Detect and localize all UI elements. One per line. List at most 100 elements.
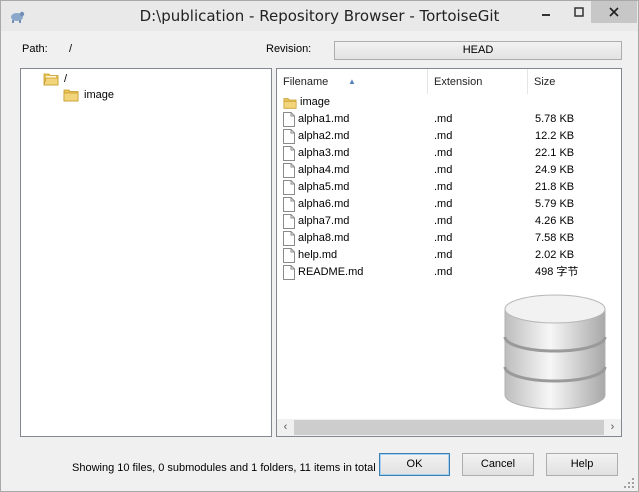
extension-cell: .md bbox=[434, 266, 453, 278]
table-row[interactable]: alpha5.md .md 21.8 KB bbox=[277, 179, 621, 196]
filename-text: help.md bbox=[298, 249, 338, 261]
minimize-button[interactable] bbox=[531, 1, 561, 23]
filename-text: alpha6.md bbox=[298, 198, 350, 210]
ok-button[interactable]: OK bbox=[379, 453, 450, 476]
filename-text: alpha2.md bbox=[298, 130, 350, 142]
table-row[interactable]: alpha6.md .md 5.79 KB bbox=[277, 196, 621, 213]
extension-cell: .md bbox=[434, 198, 453, 210]
extension-cell: .md bbox=[434, 164, 453, 176]
column-header-label: Size bbox=[534, 76, 556, 88]
filename-cell: image bbox=[283, 94, 330, 111]
size-cell: 7.58 KB bbox=[535, 232, 575, 244]
table-row[interactable]: README.md .md 498 字节 bbox=[277, 264, 621, 281]
file-icon bbox=[283, 265, 295, 280]
folder-icon bbox=[283, 97, 297, 109]
filename-text: README.md bbox=[298, 266, 364, 278]
filename-cell: README.md bbox=[283, 264, 363, 281]
filename-text: alpha7.md bbox=[298, 215, 350, 227]
database-watermark-icon bbox=[503, 294, 607, 410]
filename-text: image bbox=[300, 96, 330, 108]
filename-cell: alpha4.md bbox=[283, 162, 349, 179]
table-row[interactable]: alpha1.md .md 5.78 KB bbox=[277, 111, 621, 128]
file-list[interactable]: Filename ▲ Extension Size image alpha1.md… bbox=[276, 68, 622, 437]
column-header-extension[interactable]: Extension bbox=[428, 69, 528, 94]
file-icon bbox=[283, 214, 295, 229]
extension-cell: .md bbox=[434, 147, 453, 159]
revision-label: Revision: bbox=[266, 43, 312, 55]
help-button[interactable]: Help bbox=[546, 453, 618, 476]
close-icon bbox=[609, 7, 619, 17]
extension-cell: .md bbox=[434, 215, 453, 227]
filename-cell: alpha6.md bbox=[283, 196, 349, 213]
filename-text: alpha1.md bbox=[298, 113, 350, 125]
scrollbar-thumb[interactable] bbox=[294, 420, 604, 435]
extension-cell: .md bbox=[434, 113, 453, 125]
tree-item-label: / bbox=[64, 73, 68, 85]
resize-grip-icon[interactable] bbox=[623, 477, 635, 489]
file-icon bbox=[283, 180, 295, 195]
filename-text: alpha5.md bbox=[298, 181, 350, 193]
table-row[interactable]: image bbox=[277, 94, 621, 111]
folder-open-icon bbox=[43, 73, 59, 86]
table-row[interactable]: help.md .md 2.02 KB bbox=[277, 247, 621, 264]
filename-cell: alpha1.md bbox=[283, 111, 349, 128]
status-text: Showing 10 files, 0 submodules and 1 fol… bbox=[72, 462, 376, 474]
extension-cell: .md bbox=[434, 181, 453, 193]
filename-cell: help.md bbox=[283, 247, 337, 264]
folder-icon bbox=[63, 89, 79, 102]
close-button[interactable] bbox=[591, 1, 637, 23]
filename-cell: alpha5.md bbox=[283, 179, 349, 196]
filename-text: alpha3.md bbox=[298, 147, 350, 159]
horizontal-scrollbar[interactable]: ‹ › bbox=[277, 419, 621, 436]
size-cell: 498 字节 bbox=[535, 266, 579, 278]
filename-text: alpha4.md bbox=[298, 164, 350, 176]
column-header-label: Filename bbox=[283, 76, 329, 88]
column-header-label: Extension bbox=[434, 76, 483, 88]
title-bar[interactable]: D:\publication - Repository Browser - To… bbox=[1, 1, 638, 31]
filename-cell: alpha3.md bbox=[283, 145, 349, 162]
tree-item-label: image bbox=[84, 89, 114, 101]
extension-cell: .md bbox=[434, 232, 453, 244]
file-icon bbox=[283, 163, 295, 178]
maximize-button[interactable] bbox=[564, 1, 594, 23]
table-row[interactable]: alpha2.md .md 12.2 KB bbox=[277, 128, 621, 145]
scroll-left-icon[interactable]: ‹ bbox=[277, 419, 294, 436]
path-label: Path: bbox=[22, 43, 48, 55]
path-value: / bbox=[69, 43, 73, 55]
file-icon bbox=[283, 129, 295, 144]
size-cell: 24.9 KB bbox=[535, 164, 575, 176]
filename-cell: alpha7.md bbox=[283, 213, 349, 230]
revision-button[interactable]: HEAD bbox=[334, 41, 622, 60]
filename-cell: alpha8.md bbox=[283, 230, 349, 247]
size-cell: 4.26 KB bbox=[535, 215, 575, 227]
file-icon bbox=[283, 248, 295, 263]
column-header-size[interactable]: Size bbox=[528, 69, 621, 94]
cancel-button[interactable]: Cancel bbox=[462, 453, 534, 476]
size-cell: 5.79 KB bbox=[535, 198, 575, 210]
column-header-filename[interactable]: Filename ▲ bbox=[277, 69, 428, 94]
minimize-icon bbox=[542, 14, 550, 16]
size-cell: 5.78 KB bbox=[535, 113, 575, 125]
file-icon bbox=[283, 112, 295, 127]
extension-cell: .md bbox=[434, 249, 453, 261]
folder-tree[interactable]: / image bbox=[20, 68, 272, 437]
filename-text: alpha8.md bbox=[298, 232, 350, 244]
size-cell: 21.8 KB bbox=[535, 181, 575, 193]
table-row[interactable]: alpha4.md .md 24.9 KB bbox=[277, 162, 621, 179]
sort-ascending-icon: ▲ bbox=[348, 77, 356, 86]
table-row[interactable]: alpha8.md .md 7.58 KB bbox=[277, 230, 621, 247]
size-cell: 22.1 KB bbox=[535, 147, 575, 159]
table-row[interactable]: alpha7.md .md 4.26 KB bbox=[277, 213, 621, 230]
file-icon bbox=[283, 231, 295, 246]
size-cell: 2.02 KB bbox=[535, 249, 575, 261]
file-rows: image alpha1.md .md 5.78 KB alpha2.md .md 12.2… bbox=[277, 94, 621, 281]
file-icon bbox=[283, 146, 295, 161]
scroll-right-icon[interactable]: › bbox=[604, 419, 621, 436]
file-icon bbox=[283, 197, 295, 212]
maximize-icon bbox=[574, 7, 584, 17]
table-row[interactable]: alpha3.md .md 22.1 KB bbox=[277, 145, 621, 162]
extension-cell: .md bbox=[434, 130, 453, 142]
size-cell: 12.2 KB bbox=[535, 130, 575, 142]
tree-item-image[interactable]: image bbox=[63, 86, 114, 104]
filename-cell: alpha2.md bbox=[283, 128, 349, 145]
